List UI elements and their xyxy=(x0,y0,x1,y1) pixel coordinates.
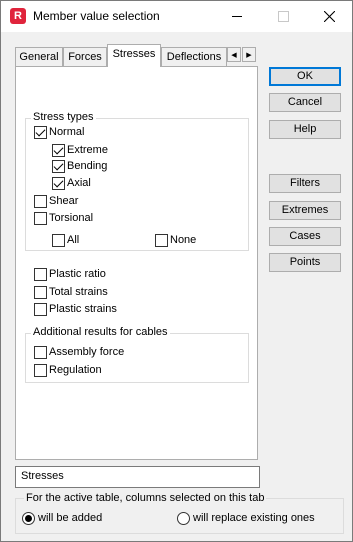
app-icon: R xyxy=(10,8,26,24)
regulation-label: Regulation xyxy=(49,364,102,376)
assembly-force-label: Assembly force xyxy=(49,346,125,358)
tab-scroll-left-button[interactable]: ◀ xyxy=(227,47,241,62)
bending-label: Bending xyxy=(67,160,108,172)
normal-label: Normal xyxy=(49,126,85,138)
maximize-icon xyxy=(277,11,289,22)
minimize-button[interactable] xyxy=(214,1,260,32)
close-button[interactable] xyxy=(306,1,352,32)
all-label: All xyxy=(67,234,80,246)
help-button[interactable]: Help xyxy=(269,120,341,139)
torsional-checkbox[interactable] xyxy=(34,212,47,225)
will-replace-label: will replace existing ones xyxy=(193,512,315,524)
selection-text-field[interactable]: Stresses xyxy=(15,466,260,488)
filters-button[interactable]: Filters xyxy=(269,174,341,193)
will-be-added-radio[interactable] xyxy=(22,512,35,525)
axial-label: Axial xyxy=(67,177,91,189)
cancel-button[interactable]: Cancel xyxy=(269,93,341,112)
tab-general[interactable]: General xyxy=(15,47,63,66)
chevron-right-icon: ▶ xyxy=(246,51,252,59)
tab-forces[interactable]: Forces xyxy=(63,47,107,66)
none-checkbox[interactable] xyxy=(155,234,168,247)
ok-button[interactable]: OK xyxy=(269,67,341,86)
stresses-tab-page: Stress types Normal Extreme Bending Axia… xyxy=(15,66,258,460)
tab-scroll-right-button[interactable]: ▶ xyxy=(242,47,256,62)
active-table-group-label: For the active table, columns selected o… xyxy=(24,492,267,504)
assembly-force-checkbox[interactable] xyxy=(34,346,47,359)
dialog-window: R Member value selection General Forces … xyxy=(0,0,353,542)
shear-checkbox[interactable] xyxy=(34,195,47,208)
will-replace-radio[interactable] xyxy=(177,512,190,525)
cases-button[interactable]: Cases xyxy=(269,227,341,246)
window-title: Member value selection xyxy=(33,9,160,23)
tab-deflections[interactable]: Deflections xyxy=(161,47,227,66)
points-button[interactable]: Points xyxy=(269,253,341,272)
regulation-checkbox[interactable] xyxy=(34,364,47,377)
extreme-checkbox[interactable] xyxy=(52,144,65,157)
total-strains-label: Total strains xyxy=(49,286,108,298)
total-strains-checkbox[interactable] xyxy=(34,286,47,299)
bending-checkbox[interactable] xyxy=(52,160,65,173)
extreme-label: Extreme xyxy=(67,144,108,156)
stress-types-label: Stress types xyxy=(31,111,96,123)
close-icon xyxy=(323,11,335,22)
plastic-ratio-label: Plastic ratio xyxy=(49,268,106,280)
plastic-strains-label: Plastic strains xyxy=(49,303,117,315)
will-be-added-label: will be added xyxy=(38,512,103,524)
title-bar: R Member value selection xyxy=(1,1,352,32)
chevron-left-icon: ◀ xyxy=(231,51,237,59)
all-checkbox[interactable] xyxy=(52,234,65,247)
none-label: None xyxy=(170,234,197,246)
maximize-button xyxy=(260,1,306,32)
normal-checkbox[interactable] xyxy=(34,126,47,139)
torsional-label: Torsional xyxy=(49,212,94,224)
plastic-ratio-checkbox[interactable] xyxy=(34,268,47,281)
minimize-icon xyxy=(232,16,242,17)
tab-stresses[interactable]: Stresses xyxy=(107,44,161,67)
extremes-button[interactable]: Extremes xyxy=(269,201,341,220)
shear-label: Shear xyxy=(49,195,79,207)
axial-checkbox[interactable] xyxy=(52,177,65,190)
cables-group-label: Additional results for cables xyxy=(31,326,170,338)
plastic-strains-checkbox[interactable] xyxy=(34,303,47,316)
